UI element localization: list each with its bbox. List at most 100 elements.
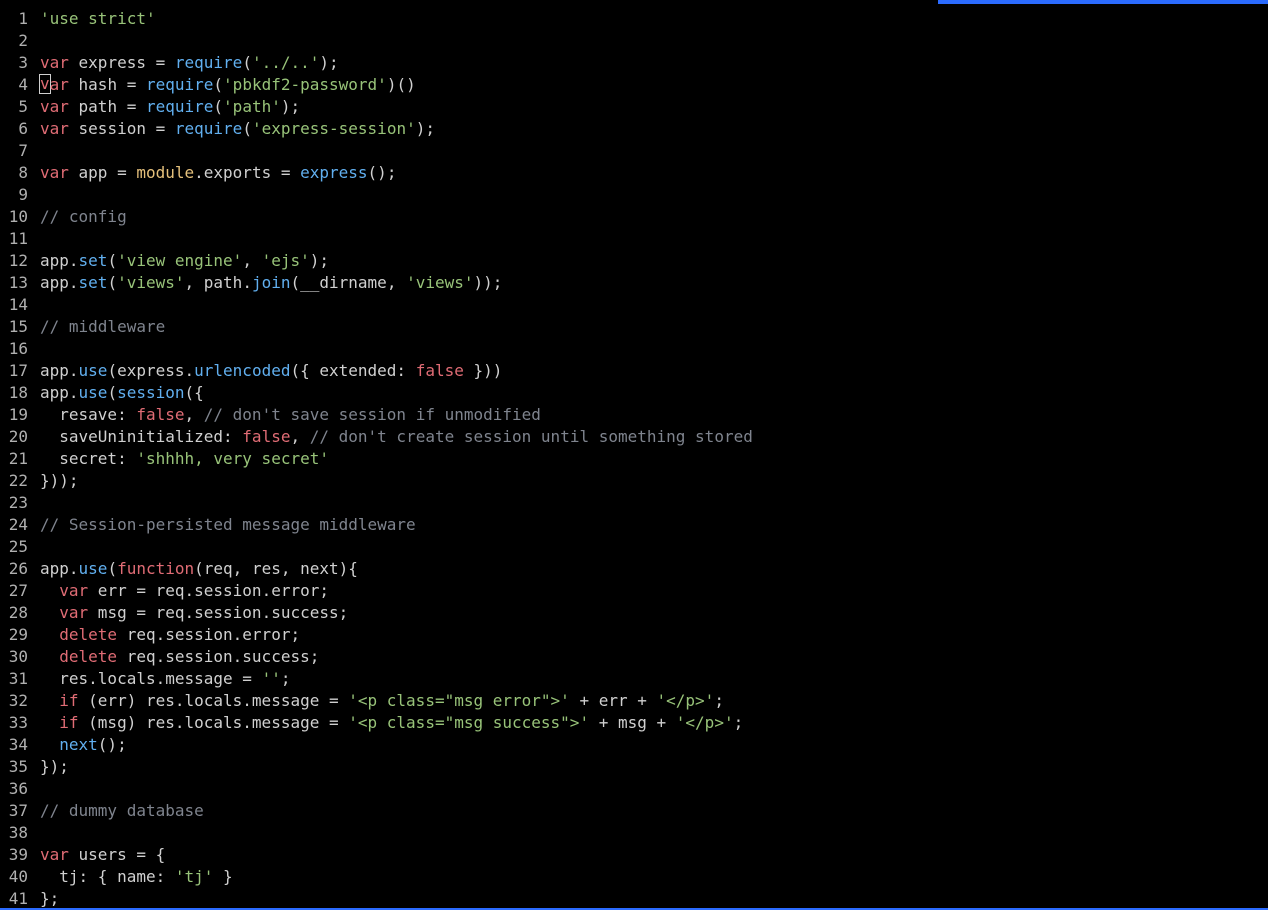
code-content[interactable]: // config <box>28 206 127 228</box>
code-line[interactable]: 38 <box>0 822 1268 844</box>
token: ; <box>734 713 744 732</box>
code-line[interactable]: 18app.use(session({ <box>0 382 1268 404</box>
code-line[interactable]: 30 delete req.session.success; <box>0 646 1268 668</box>
code-line[interactable]: 21 secret: 'shhhh, very secret' <box>0 448 1268 470</box>
token: }); <box>40 757 69 776</box>
code-line[interactable]: 29 delete req.session.error; <box>0 624 1268 646</box>
code-line[interactable]: 7 <box>0 140 1268 162</box>
code-content[interactable]: })); <box>28 470 79 492</box>
token: express = <box>69 53 175 72</box>
token: module <box>136 163 194 182</box>
line-number: 22 <box>0 470 28 492</box>
code-line[interactable]: 1'use strict' <box>0 8 1268 30</box>
code-line[interactable]: 24// Session-persisted message middlewar… <box>0 514 1268 536</box>
code-content[interactable]: var path = require('path'); <box>28 96 300 118</box>
token: ( <box>213 97 223 116</box>
code-line[interactable]: 34 next(); <box>0 734 1268 756</box>
token <box>40 735 59 754</box>
token: // Session-persisted message middleware <box>40 515 416 534</box>
code-line[interactable]: 15// middleware <box>0 316 1268 338</box>
token: ); <box>416 119 435 138</box>
code-content[interactable]: var users = { <box>28 844 165 866</box>
code-line[interactable]: 23 <box>0 492 1268 514</box>
code-line[interactable]: 35}); <box>0 756 1268 778</box>
code-content[interactable]: app.use(express.urlencoded({ extended: f… <box>28 360 502 382</box>
token: ({ <box>185 383 204 402</box>
code-line[interactable]: 8var app = module.exports = express(); <box>0 162 1268 184</box>
code-line[interactable]: 5var path = require('path'); <box>0 96 1268 118</box>
code-line[interactable]: 10// config <box>0 206 1268 228</box>
code-line[interactable]: 13app.set('views', path.join(__dirname, … <box>0 272 1268 294</box>
code-line[interactable]: 19 resave: false, // don't save session … <box>0 404 1268 426</box>
code-content[interactable]: // dummy database <box>28 800 204 822</box>
code-content[interactable]: var hash = require('pbkdf2-password')() <box>28 74 416 96</box>
code-content[interactable]: saveUninitialized: false, // don't creat… <box>28 426 753 448</box>
token: users = { <box>69 845 165 864</box>
code-content[interactable]: tj: { name: 'tj' } <box>28 866 233 888</box>
code-content[interactable]: res.locals.message = ''; <box>28 668 290 690</box>
code-line[interactable]: 20 saveUninitialized: false, // don't cr… <box>0 426 1268 448</box>
token: var <box>40 119 69 138</box>
code-content[interactable]: if (err) res.locals.message = '<p class=… <box>28 690 724 712</box>
code-content[interactable]: app.set('view engine', 'ejs'); <box>28 250 329 272</box>
code-editor[interactable]: 1'use strict'23var express = require('..… <box>0 0 1268 910</box>
code-content[interactable]: }; <box>28 888 59 910</box>
code-line[interactable]: 28 var msg = req.session.success; <box>0 602 1268 624</box>
token <box>40 625 59 644</box>
token: ( <box>242 119 252 138</box>
code-content[interactable]: // middleware <box>28 316 165 338</box>
token: if <box>59 691 78 710</box>
token: session <box>117 383 184 402</box>
code-line[interactable]: 37// dummy database <box>0 800 1268 822</box>
code-line[interactable]: 2 <box>0 30 1268 52</box>
code-content[interactable]: var express = require('../..'); <box>28 52 339 74</box>
token: 'ejs' <box>262 251 310 270</box>
code-content[interactable]: // Session-persisted message middleware <box>28 514 416 536</box>
code-line[interactable]: 3var express = require('../..'); <box>0 52 1268 74</box>
line-number: 34 <box>0 734 28 756</box>
code-line[interactable]: 26app.use(function(req, res, next){ <box>0 558 1268 580</box>
code-line[interactable]: 22})); <box>0 470 1268 492</box>
code-line[interactable]: 31 res.locals.message = ''; <box>0 668 1268 690</box>
token: app. <box>40 559 79 578</box>
code-content[interactable]: }); <box>28 756 69 778</box>
token <box>40 581 59 600</box>
code-content[interactable]: next(); <box>28 734 127 756</box>
code-content[interactable]: app.set('views', path.join(__dirname, 'v… <box>28 272 502 294</box>
code-content[interactable]: if (msg) res.locals.message = '<p class=… <box>28 712 743 734</box>
code-line[interactable]: 40 tj: { name: 'tj' } <box>0 866 1268 888</box>
code-content[interactable]: app.use(session({ <box>28 382 204 404</box>
line-number: 18 <box>0 382 28 404</box>
code-line[interactable]: 17app.use(express.urlencoded({ extended:… <box>0 360 1268 382</box>
code-line[interactable]: 39var users = { <box>0 844 1268 866</box>
code-content[interactable]: var err = req.session.error; <box>28 580 329 602</box>
code-content[interactable]: secret: 'shhhh, very secret' <box>28 448 329 470</box>
code-content[interactable]: var msg = req.session.success; <box>28 602 348 624</box>
code-line[interactable]: 16 <box>0 338 1268 360</box>
code-line[interactable]: 9 <box>0 184 1268 206</box>
code-content[interactable]: var app = module.exports = express(); <box>28 162 396 184</box>
code-content[interactable]: delete req.session.error; <box>28 624 300 646</box>
token: var <box>40 97 69 116</box>
line-number: 39 <box>0 844 28 866</box>
code-line[interactable]: 32 if (err) res.locals.message = '<p cla… <box>0 690 1268 712</box>
code-line[interactable]: 27 var err = req.session.error; <box>0 580 1268 602</box>
code-content[interactable]: var session = require('express-session')… <box>28 118 435 140</box>
code-content[interactable]: delete req.session.success; <box>28 646 319 668</box>
line-number: 2 <box>0 30 28 52</box>
code-content[interactable]: app.use(function(req, res, next){ <box>28 558 358 580</box>
code-line[interactable]: 12app.set('view engine', 'ejs'); <box>0 250 1268 272</box>
code-content[interactable]: 'use strict' <box>28 8 156 30</box>
code-area[interactable]: 1'use strict'23var express = require('..… <box>0 4 1268 910</box>
code-line[interactable]: 14 <box>0 294 1268 316</box>
token: '<p class="msg error">' <box>348 691 570 710</box>
code-line[interactable]: 4var hash = require('pbkdf2-password')() <box>0 74 1268 96</box>
code-line[interactable]: 33 if (msg) res.locals.message = '<p cla… <box>0 712 1268 734</box>
code-line[interactable]: 11 <box>0 228 1268 250</box>
code-line[interactable]: 25 <box>0 536 1268 558</box>
code-line[interactable]: 36 <box>0 778 1268 800</box>
code-line[interactable]: 41}; <box>0 888 1268 910</box>
code-content[interactable]: resave: false, // don't save session if … <box>28 404 541 426</box>
token: app. <box>40 273 79 292</box>
code-line[interactable]: 6var session = require('express-session'… <box>0 118 1268 140</box>
